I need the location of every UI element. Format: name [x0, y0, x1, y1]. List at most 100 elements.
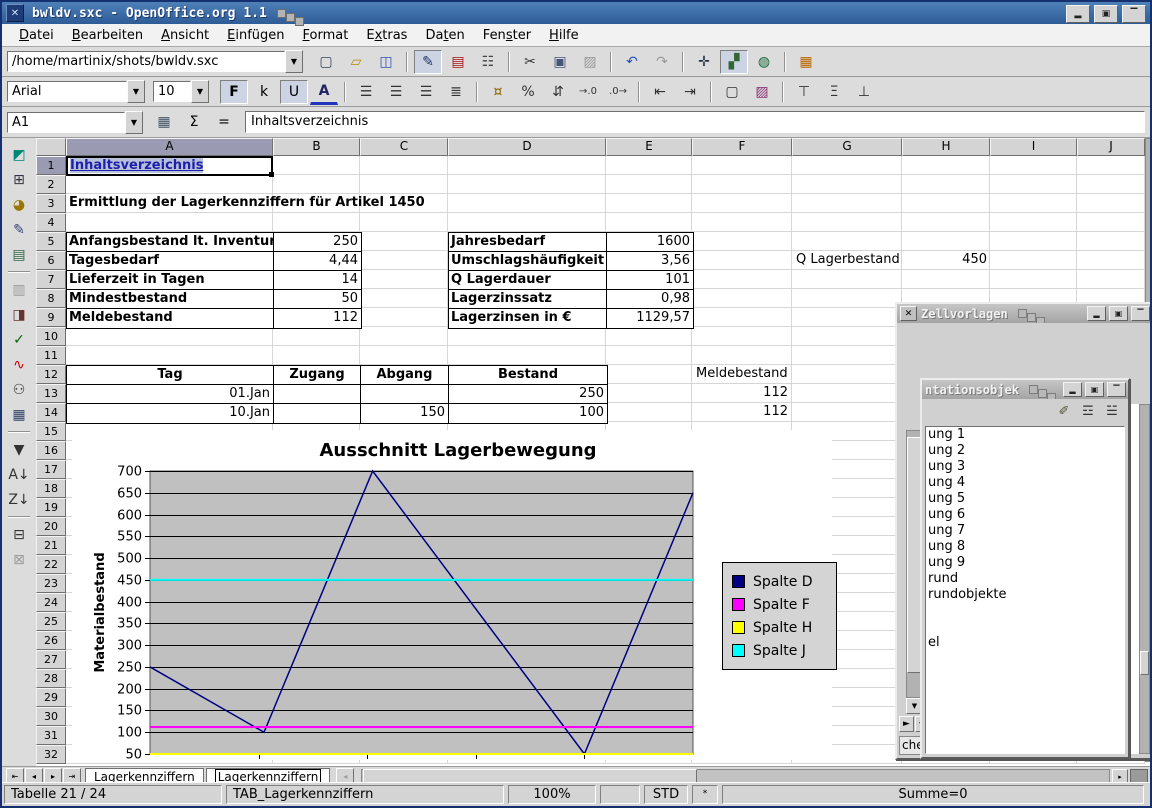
group-icon[interactable]: ⊟	[6, 523, 32, 546]
menu-bearbeiten[interactable]: Bearbeiten	[63, 26, 152, 45]
cell[interactable]	[606, 346, 692, 364]
bold-button[interactable]: F	[220, 80, 248, 104]
sheet-name-field[interactable]: TAB_Lagerkennziffern	[226, 785, 504, 804]
font-name-combo[interactable]: Arial ▼	[7, 80, 145, 103]
minimize-button[interactable]: ▂	[1066, 5, 1090, 23]
bewegung-table[interactable]: TagZugangAbgangBestand 01.Jan 250 10.Jan…	[66, 365, 608, 424]
row-header-22[interactable]: 22	[36, 555, 66, 574]
cell[interactable]	[1077, 156, 1145, 174]
style-list-item[interactable]: ung 6	[926, 507, 1124, 523]
row-header-2[interactable]: 2	[36, 175, 66, 194]
row-header-31[interactable]: 31	[36, 726, 66, 745]
font-color-button[interactable]: A	[310, 79, 338, 105]
url-combo[interactable]: /home/martinix/shots/bwldv.sxc ▼	[7, 50, 303, 73]
print-icon[interactable]: ☷	[474, 50, 502, 74]
cell[interactable]	[606, 156, 692, 174]
row-header-24[interactable]: 24	[36, 593, 66, 612]
cell-styles-titlebar[interactable]: ✕ Zellvorlagen ▂▣▔	[897, 304, 1150, 323]
row-header-17[interactable]: 17	[36, 460, 66, 479]
cell[interactable]	[692, 194, 792, 212]
cell[interactable]	[1077, 213, 1145, 231]
style-list-item[interactable]: el	[926, 635, 1124, 651]
column-header-H[interactable]: H	[902, 138, 990, 156]
cell[interactable]	[792, 232, 902, 250]
cell[interactable]	[448, 194, 606, 212]
cell[interactable]	[692, 251, 792, 269]
style-list-item[interactable]: ung 2	[926, 443, 1124, 459]
row-header-11[interactable]: 11	[36, 346, 66, 365]
style-list-item[interactable]: ung 4	[926, 475, 1124, 491]
cell[interactable]	[792, 270, 902, 288]
row-header-13[interactable]: 13	[36, 384, 66, 403]
decrease-indent-icon[interactable]: ⇤	[646, 80, 674, 104]
underline-button[interactable]: U	[280, 80, 308, 104]
select-all-corner[interactable]	[36, 138, 66, 156]
borders-icon[interactable]: ▢	[718, 80, 746, 104]
stylist-icon[interactable]: ▞	[720, 50, 748, 74]
cell[interactable]	[692, 270, 792, 288]
cell[interactable]	[360, 270, 448, 288]
row-header-21[interactable]: 21	[36, 536, 66, 555]
style-list-item[interactable]: ung 5	[926, 491, 1124, 507]
datasources-icon[interactable]: ◍	[750, 50, 778, 74]
row-header-20[interactable]: 20	[36, 517, 66, 536]
cell[interactable]	[448, 156, 606, 174]
scroll-right-button[interactable]: ►	[899, 716, 914, 732]
menu-daten[interactable]: Daten	[416, 26, 473, 45]
navigator-icon[interactable]: ✛	[690, 50, 718, 74]
cell[interactable]	[902, 232, 990, 250]
cell[interactable]	[692, 308, 792, 326]
listbox-scrollbar[interactable]	[1139, 404, 1150, 754]
row-header-6[interactable]: 6	[36, 251, 66, 270]
cell-H6[interactable]: 450	[902, 251, 987, 269]
column-header-E[interactable]: E	[606, 138, 692, 156]
maximize-button[interactable]: ▣	[1094, 5, 1118, 23]
align-center-icon[interactable]: ☰	[382, 80, 410, 104]
presentation-styles-window[interactable]: ntationsobjek ▂▣▔ ✐☲☱ ung 1ung 2ung 3ung…	[920, 378, 1130, 759]
cell[interactable]	[360, 251, 448, 269]
draw-functions-icon[interactable]: ✎	[6, 218, 32, 241]
row-header-28[interactable]: 28	[36, 669, 66, 688]
column-header-I[interactable]: I	[990, 138, 1077, 156]
close-icon[interactable]: ✕	[6, 4, 24, 22]
cell[interactable]	[792, 194, 902, 212]
cell[interactable]	[692, 175, 792, 193]
column-header-C[interactable]: C	[360, 138, 448, 156]
equals-icon[interactable]: =	[210, 110, 238, 134]
cell[interactable]	[692, 327, 792, 345]
menu-datei[interactable]: Datei	[10, 26, 63, 45]
mode-field[interactable]: STD	[644, 785, 688, 804]
shade-button[interactable]: ▔	[1131, 306, 1150, 321]
cell[interactable]	[606, 175, 692, 193]
column-header-A[interactable]: A	[66, 138, 273, 156]
table-row[interactable]: 10.Jan 150 100	[67, 404, 607, 423]
align-justify-icon[interactable]: ≣	[442, 80, 470, 104]
autoformat-icon[interactable]: ◨	[6, 303, 32, 326]
undo-icon[interactable]: ↶	[618, 50, 646, 74]
cell[interactable]	[360, 232, 448, 250]
sum-icon[interactable]: Σ	[180, 110, 208, 134]
kennziffern-table[interactable]: Anfangsbestand lt. Inventur 250 Tagesbed…	[66, 232, 362, 329]
column-header-J[interactable]: J	[1077, 138, 1145, 156]
cell[interactable]	[792, 308, 902, 326]
align-right-icon[interactable]: ☰	[412, 80, 440, 104]
cell[interactable]	[448, 346, 606, 364]
cell[interactable]	[66, 213, 273, 231]
new-document-icon[interactable]: ▢	[312, 50, 340, 74]
autofilter-icon[interactable]: ▼	[6, 438, 32, 461]
row-header-27[interactable]: 27	[36, 650, 66, 669]
insert-object-icon[interactable]: ◩	[6, 143, 32, 166]
align-left-icon[interactable]: ☰	[352, 80, 380, 104]
open-icon[interactable]: ▱	[342, 50, 370, 74]
zoom-field[interactable]: 100%	[508, 785, 596, 804]
column-header-D[interactable]: D	[448, 138, 606, 156]
insert-form-icon[interactable]: ▥	[6, 278, 32, 301]
cell-F14[interactable]: 112	[692, 403, 788, 421]
sum-field[interactable]: Summe=0	[722, 785, 1144, 804]
row-header-23[interactable]: 23	[36, 574, 66, 593]
cell[interactable]	[360, 213, 448, 231]
row-header-25[interactable]: 25	[36, 612, 66, 631]
maximize-button[interactable]: ▣	[1109, 306, 1128, 321]
cell[interactable]	[606, 194, 692, 212]
cell-reference-field[interactable]: A1	[7, 112, 125, 133]
